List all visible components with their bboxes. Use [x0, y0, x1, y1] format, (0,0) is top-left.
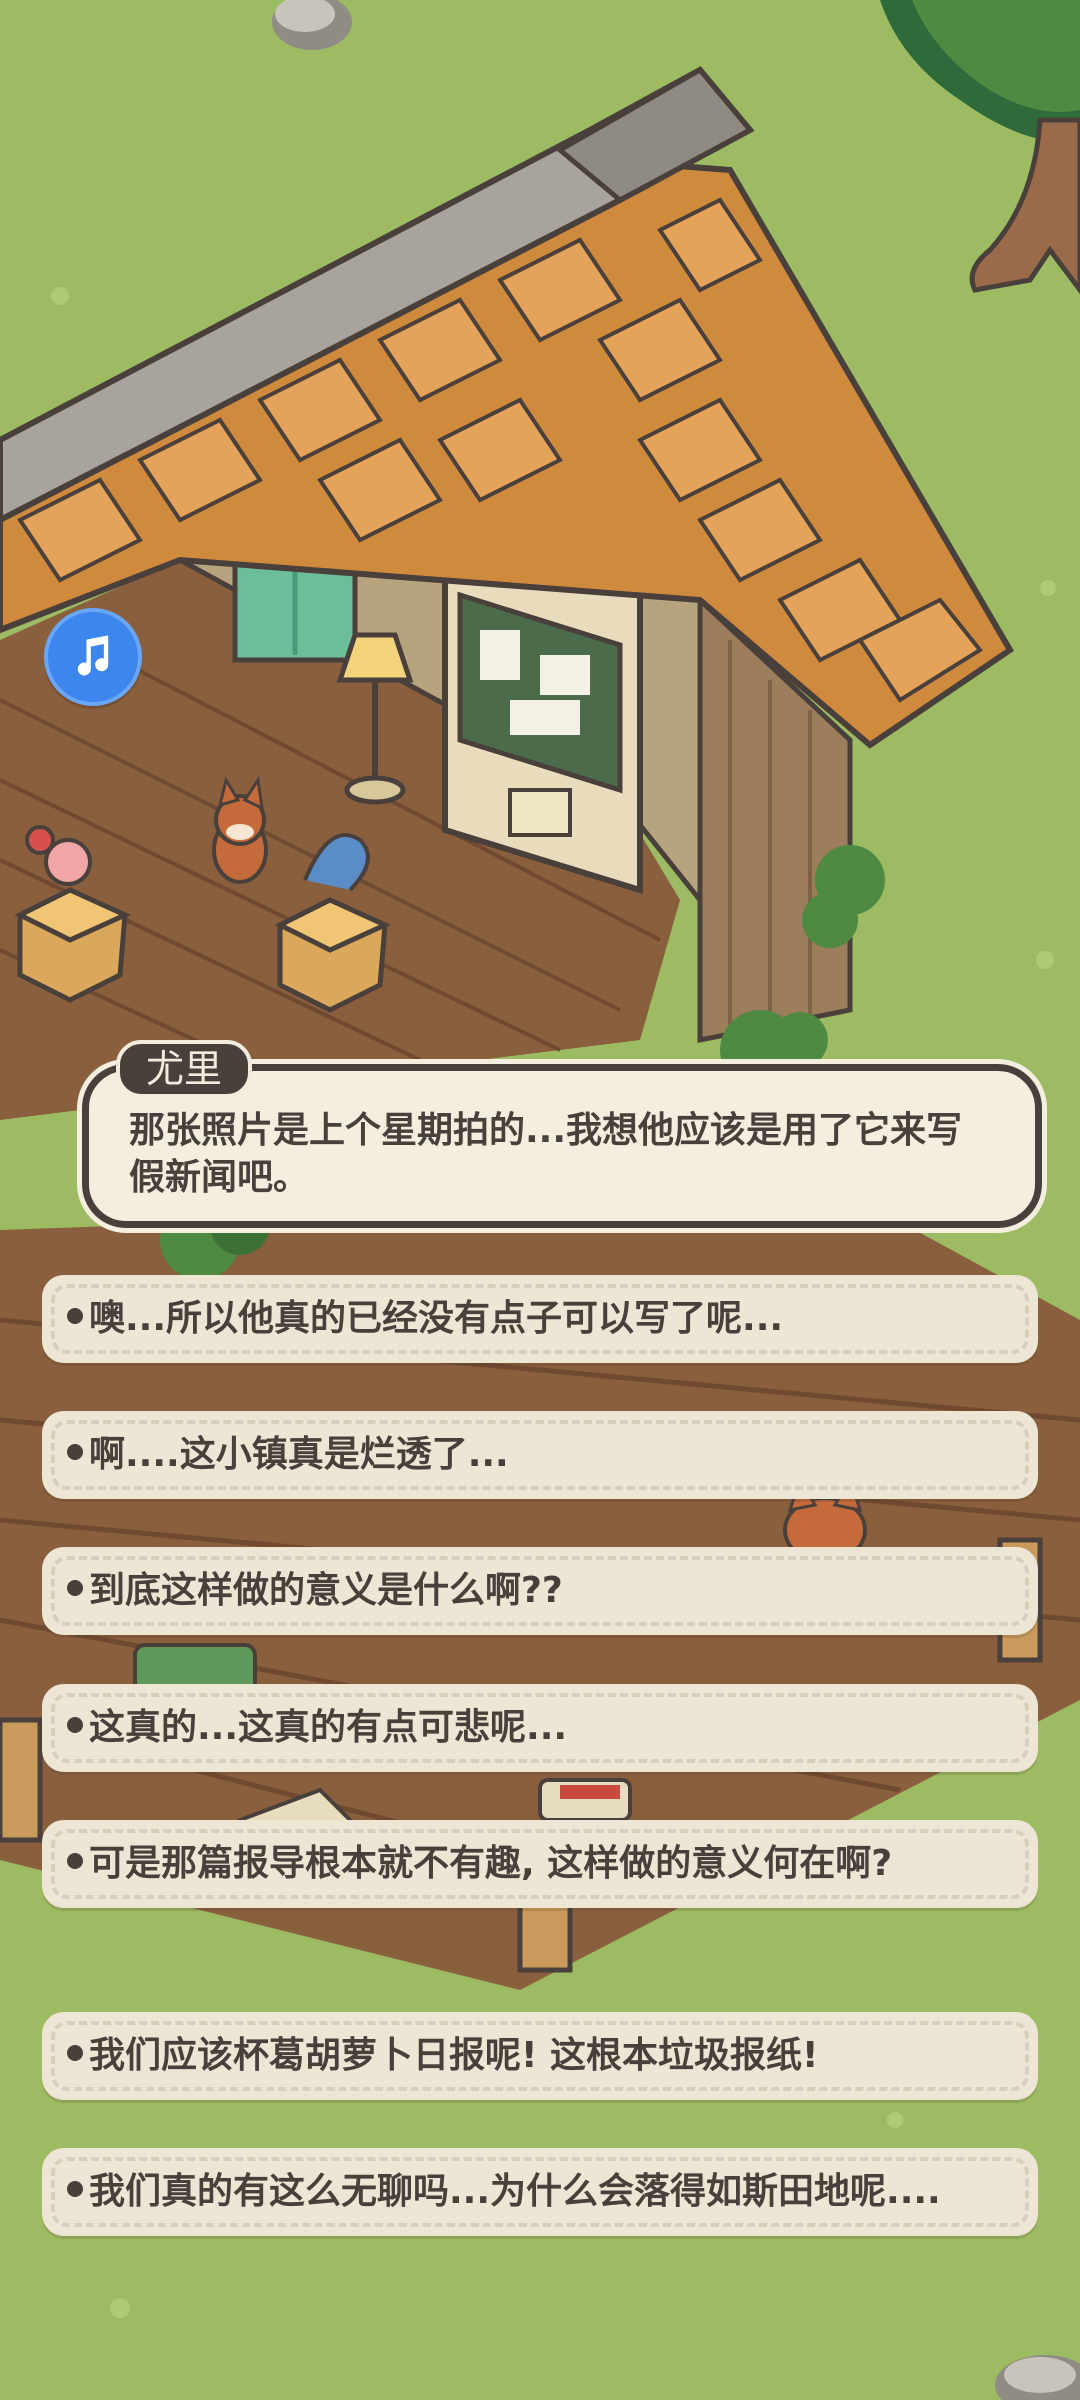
choice-text: 这真的...这真的有点可悲呢... [89, 1707, 568, 1748]
choice-option-7[interactable]: 我们真的有这么无聊吗...为什么会落得如斯田地呢.... [42, 2148, 1038, 2236]
bullet-icon [67, 2181, 83, 2197]
music-note-icon [77, 635, 109, 676]
choice-text: 我们应该杯葛胡萝卜日报呢! 这根本垃圾报纸! [89, 2035, 819, 2076]
choice-option-5[interactable]: 可是那篇报导根本就不有趣, 这样做的意义何在啊? [42, 1820, 1038, 1908]
bullet-icon [67, 1580, 83, 1596]
dialog-text: 那张照片是上个星期拍的...我想他应该是用了它来写假新闻吧。 [129, 1110, 963, 1198]
music-button[interactable] [44, 608, 142, 706]
choice-text: 噢...所以他真的已经没有点子可以写了呢... [89, 1298, 784, 1339]
choice-option-4[interactable]: 这真的...这真的有点可悲呢... [42, 1684, 1038, 1772]
bullet-icon [67, 1444, 83, 1460]
bullet-icon [67, 1308, 83, 1324]
fox-character [212, 775, 268, 884]
choice-text: 啊....这小镇真是烂透了... [89, 1434, 509, 1475]
bullet-icon [67, 1717, 83, 1733]
choice-option-3[interactable]: 到底这样做的意义是什么啊?? [42, 1547, 1038, 1635]
choice-text: 我们真的有这么无聊吗...为什么会落得如斯田地呢.... [89, 2171, 941, 2212]
bullet-icon [67, 1853, 83, 1869]
bullet-icon [67, 2045, 83, 2061]
choice-option-6[interactable]: 我们应该杯葛胡萝卜日报呢! 这根本垃圾报纸! [42, 2012, 1038, 2100]
dialog: 尤里 那张照片是上个星期拍的...我想他应该是用了它来写假新闻吧。 [82, 1040, 1042, 1232]
choice-option-1[interactable]: 噢...所以他真的已经没有点子可以写了呢... [42, 1275, 1038, 1363]
choice-text: 可是那篇报导根本就不有趣, 这样做的意义何在啊? [89, 1843, 893, 1884]
choice-text: 到底这样做的意义是什么啊?? [89, 1570, 563, 1611]
speaker-name: 尤里 [116, 1040, 253, 1098]
choice-option-2[interactable]: 啊....这小镇真是烂透了... [42, 1411, 1038, 1499]
